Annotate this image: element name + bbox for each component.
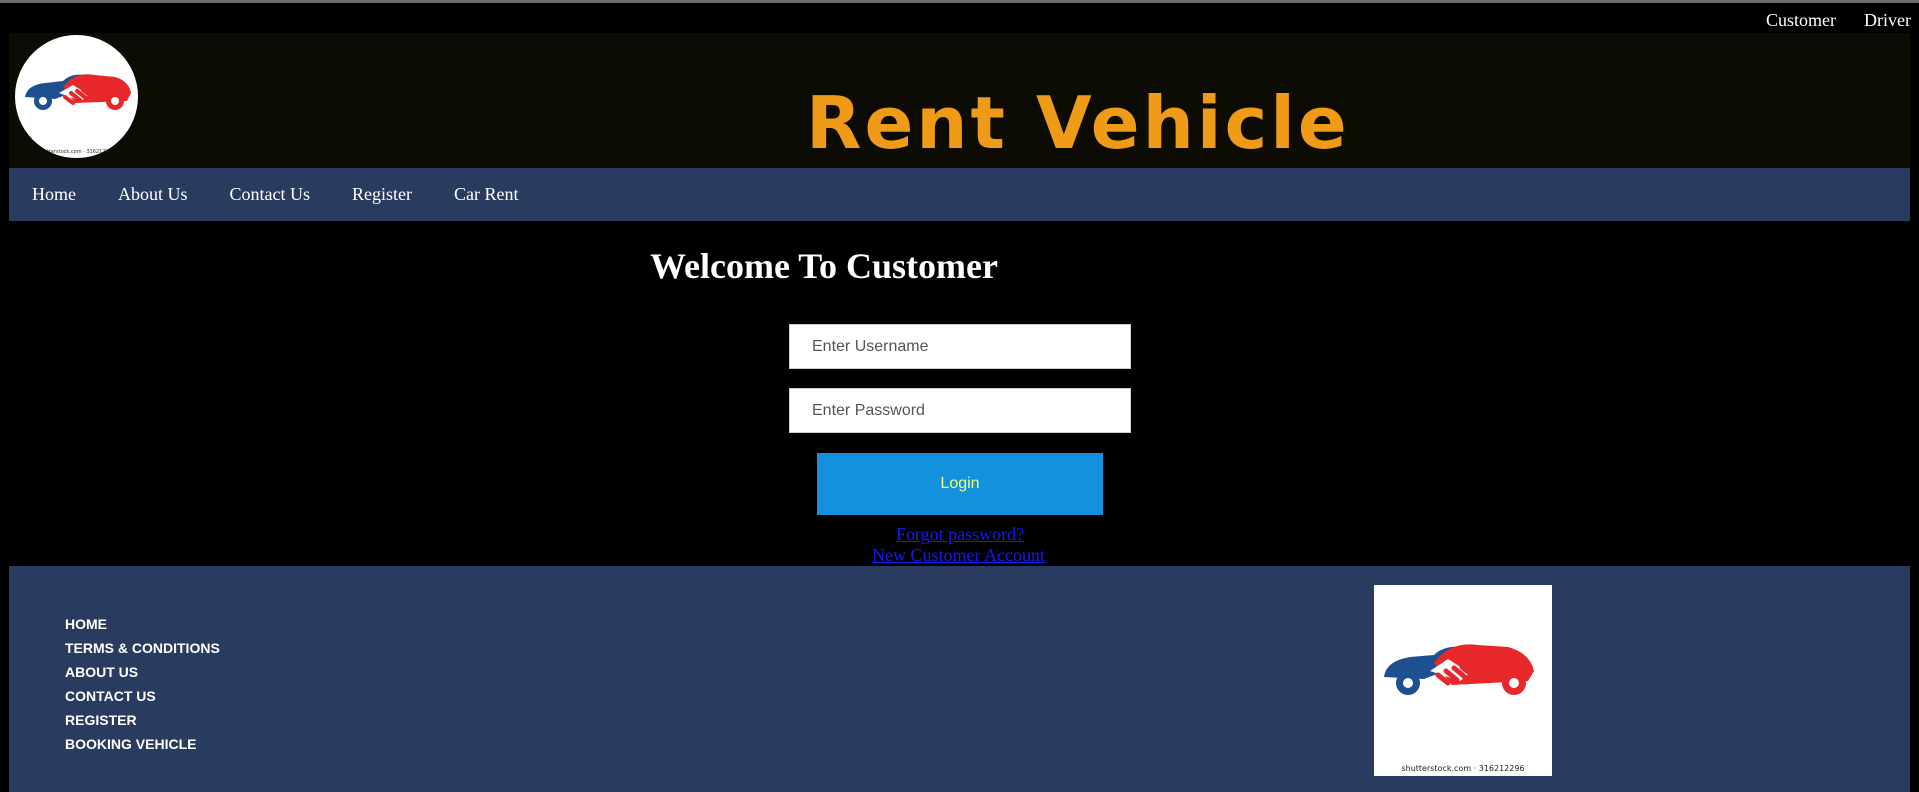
footer-logo: shutterstock.com · 316212296 (1374, 585, 1552, 776)
new-customer-account-link[interactable]: New Customer Account (872, 545, 1045, 566)
main-nav: Home About Us Contact Us Register Car Re… (9, 168, 1910, 221)
top-link-driver[interactable]: Driver (1864, 10, 1911, 31)
footer-link-item: CONTACT US (65, 688, 220, 706)
footer-link-item: REGISTER (65, 712, 220, 730)
footer-link-item: ABOUT US (65, 664, 220, 682)
brand-logo: shutterstock.com · 316212296 (15, 35, 138, 158)
footer-link-about-us[interactable]: ABOUT US (65, 664, 138, 680)
footer-link-item: HOME (65, 616, 220, 634)
brand-logo-caption: shutterstock.com · 316212296 (38, 149, 115, 155)
nav-car-rent[interactable]: Car Rent (454, 184, 519, 205)
login-button[interactable]: Login (817, 453, 1103, 515)
footer-link-contact-us[interactable]: CONTACT US (65, 688, 156, 704)
top-links: Customer Driver (1766, 10, 1911, 31)
footer-link-home[interactable]: HOME (65, 616, 107, 632)
footer-logo-caption: shutterstock.com · 316212296 (1401, 764, 1525, 773)
nav-about-us[interactable]: About Us (118, 184, 188, 205)
nav-register[interactable]: Register (352, 184, 412, 205)
username-input[interactable] (789, 324, 1131, 369)
handshake-car-icon (25, 74, 131, 110)
site-footer: HOME TERMS & CONDITIONS ABOUT US CONTACT… (9, 566, 1910, 792)
site-header: shutterstock.com · 316212296 Rent Vehicl… (9, 33, 1910, 168)
login-heading: Welcome To Customer (650, 246, 998, 286)
footer-links: HOME TERMS & CONDITIONS ABOUT US CONTACT… (65, 616, 220, 760)
forgot-password-link[interactable]: Forgot password? (896, 524, 1024, 545)
brand-title: Rent Vehicle (806, 81, 1350, 165)
footer-link-booking-vehicle[interactable]: BOOKING VEHICLE (65, 736, 196, 752)
top-link-customer[interactable]: Customer (1766, 10, 1836, 31)
footer-link-register[interactable]: REGISTER (65, 712, 137, 728)
window-top-strip (0, 0, 1919, 3)
footer-link-item: BOOKING VEHICLE (65, 736, 220, 754)
password-input[interactable] (789, 388, 1131, 433)
handshake-car-icon (1384, 644, 1534, 695)
nav-contact-us[interactable]: Contact Us (230, 184, 311, 205)
footer-link-terms[interactable]: TERMS & CONDITIONS (65, 640, 220, 656)
nav-home[interactable]: Home (32, 184, 76, 205)
footer-link-item: TERMS & CONDITIONS (65, 640, 220, 658)
